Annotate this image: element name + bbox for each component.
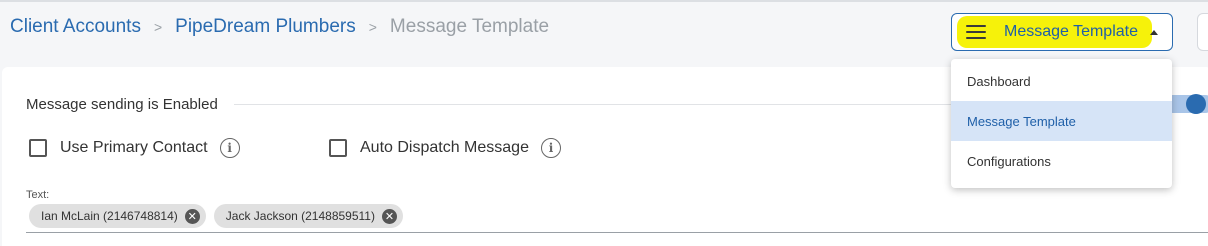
menu-item-message-template[interactable]: Message Template — [951, 101, 1172, 141]
page-menu-label: Message Template — [1004, 23, 1138, 40]
info-icon[interactable]: i — [219, 138, 240, 158]
divider — [234, 104, 954, 105]
remove-icon[interactable]: ✕ — [381, 208, 397, 224]
use-primary-contact-label[interactable]: Use Primary Contact — [60, 139, 208, 157]
recipient-chip[interactable]: Ian McLain (2146748814) ✕ — [29, 204, 206, 228]
recipient-chip-label: Jack Jackson (2148859511) — [225, 209, 375, 223]
breadcrumb-client-accounts[interactable]: Client Accounts — [10, 16, 141, 38]
page-menu-dropdown[interactable]: Message Template — [951, 13, 1173, 51]
top-border — [0, 0, 1208, 2]
sending-status-label: Message sending is Enabled — [26, 96, 218, 113]
auto-dispatch-checkbox[interactable] — [329, 139, 347, 157]
info-icon[interactable]: i — [540, 138, 561, 158]
secondary-button[interactable] — [1197, 13, 1208, 51]
menu-item-dashboard[interactable]: Dashboard — [951, 61, 1172, 101]
recipient-chips: Ian McLain (2146748814) ✕ Jack Jackson (… — [29, 204, 403, 228]
text-recipients-label: Text: — [26, 189, 50, 201]
sending-toggle-knob[interactable] — [1186, 94, 1206, 114]
use-primary-contact-option: Use Primary Contact i — [29, 138, 240, 158]
input-underline — [26, 232, 1208, 233]
remove-icon[interactable]: ✕ — [184, 208, 200, 224]
recipient-chip[interactable]: Jack Jackson (2148859511) ✕ — [213, 204, 403, 228]
breadcrumb-separator: > — [153, 19, 163, 35]
recipient-chip-label: Ian McLain (2146748814) — [41, 209, 178, 223]
caret-up-icon — [1150, 29, 1158, 35]
breadcrumb-client[interactable]: PipeDream Plumbers — [175, 16, 356, 38]
page-menu-list: Dashboard Message Template Configuration… — [951, 59, 1172, 188]
auto-dispatch-label[interactable]: Auto Dispatch Message — [360, 139, 529, 157]
use-primary-contact-checkbox[interactable] — [29, 139, 47, 157]
breadcrumb: Client Accounts > PipeDream Plumbers > M… — [10, 14, 549, 40]
breadcrumb-separator: > — [368, 19, 377, 35]
breadcrumb-current: Message Template — [389, 16, 550, 37]
hamburger-icon — [966, 25, 986, 39]
auto-dispatch-option: Auto Dispatch Message i — [329, 138, 561, 158]
menu-item-configurations[interactable]: Configurations — [951, 141, 1172, 181]
